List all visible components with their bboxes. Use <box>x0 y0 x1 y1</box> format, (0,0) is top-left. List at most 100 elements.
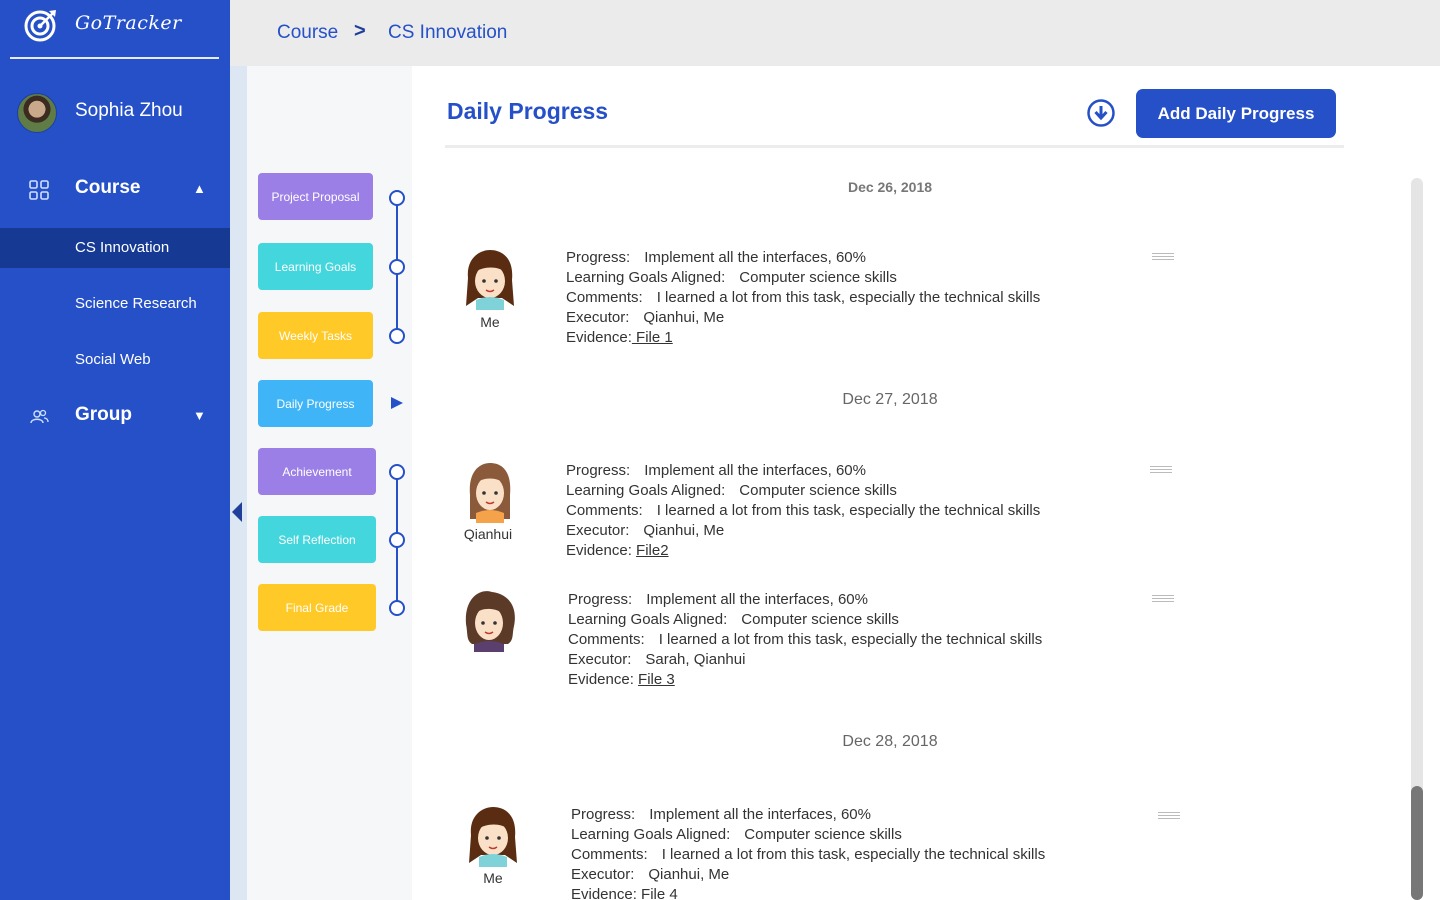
progress-entry: Me Progress: Implement all the interfaces… <box>465 805 1225 900</box>
avatar <box>17 93 57 133</box>
date-label: Dec 26, 2018 <box>847 179 933 195</box>
goals-label: Learning Goals Aligned: <box>566 482 726 499</box>
entry-details: Progress: Implement all the interfaces, 6… <box>566 461 1040 561</box>
progress-entry: Me Progress: Implement all the interfaces… <box>462 248 1222 358</box>
entry-details: Progress: Implement all the interfaces, 6… <box>568 590 1042 690</box>
avatar-name: Qianhui <box>463 526 513 542</box>
breadcrumb: Course > CS Innovation <box>230 0 1440 66</box>
timeline-node <box>389 328 405 344</box>
progress-label: Progress: <box>571 806 636 823</box>
sidebar-section-group[interactable]: Group ▼ <box>0 396 230 436</box>
current-stage-play-icon <box>391 397 403 409</box>
timeline-node <box>389 259 405 275</box>
goals-value: Computer science skills <box>741 611 899 628</box>
user-profile[interactable]: Sophia Zhou <box>0 88 230 138</box>
progress-label: Progress: <box>566 249 631 266</box>
timeline-node <box>389 190 405 206</box>
evidence-label: Evidence: <box>566 329 632 346</box>
goals-value: Computer science skills <box>739 482 897 499</box>
grid-icon <box>29 180 49 200</box>
executor-value: Qianhui, Me <box>643 309 725 326</box>
stage-daily-progress[interactable]: Daily Progress <box>258 380 373 427</box>
evidence-file-link[interactable]: File 1 <box>632 329 673 346</box>
timeline-node <box>389 600 405 616</box>
comments-label: Comments: <box>568 631 645 648</box>
entry-details: Progress: Implement all the interfaces, 6… <box>566 248 1040 348</box>
executor-label: Executor: <box>566 309 630 326</box>
caret-down-icon: ▼ <box>193 408 206 423</box>
sidebar-item-cs-innovation[interactable]: CS Innovation <box>0 228 230 268</box>
executor-value: Qianhui, Me <box>643 522 725 539</box>
timeline-node <box>389 532 405 548</box>
progress-value: Implement all the interfaces, 60% <box>644 249 866 266</box>
sidebar-item-label: Social Web <box>75 351 151 368</box>
drag-handle-icon[interactable] <box>1152 253 1174 260</box>
stage-self-reflection[interactable]: Self Reflection <box>258 516 376 563</box>
goals-label: Learning Goals Aligned: <box>568 611 728 628</box>
goals-value: Computer science skills <box>744 826 902 843</box>
page-title: Daily Progress <box>447 98 609 124</box>
progress-entry: Progress: Implement all the interfaces, 6… <box>462 590 1222 700</box>
people-icon <box>30 409 49 424</box>
comments-value: I learned a lot from this task, especial… <box>658 631 1043 648</box>
caret-up-icon: ▲ <box>193 181 206 196</box>
drag-handle-icon[interactable] <box>1152 595 1174 602</box>
app-name: GoTracker <box>75 12 182 34</box>
breadcrumb-current: CS Innovation <box>388 22 508 43</box>
user-name: Sophia Zhou <box>75 100 183 121</box>
breadcrumb-separator: > <box>354 20 366 42</box>
sidebar: GoTracker Sophia Zhou Course ▲ CS Innova… <box>0 0 230 900</box>
breadcrumb-course[interactable]: Course <box>277 22 338 44</box>
logo-row: GoTracker <box>10 0 219 59</box>
progress-entry: Qianhui Progress: Implement all the inter… <box>462 461 1222 571</box>
entry-details: Progress: Implement all the interfaces, 6… <box>571 805 1045 900</box>
evidence-file-link[interactable]: File 3 <box>638 671 675 688</box>
progress-value: Implement all the interfaces, 60% <box>644 462 866 479</box>
progress-label: Progress: <box>568 591 633 608</box>
date-label: Dec 27, 2018 <box>842 391 938 408</box>
timeline-collapse-strip[interactable] <box>230 66 247 900</box>
evidence-file-link[interactable]: File2 <box>636 542 669 559</box>
sidebar-item-science-research[interactable]: Science Research <box>0 284 230 324</box>
progress-value: Implement all the interfaces, 60% <box>649 806 871 823</box>
timeline-node <box>389 464 405 480</box>
avatar-name: Me <box>480 314 500 330</box>
goals-label: Learning Goals Aligned: <box>566 269 726 286</box>
collapse-left-icon[interactable] <box>232 502 242 522</box>
sidebar-item-label: Science Research <box>75 295 197 312</box>
stage-final-grade[interactable]: Final Grade <box>258 584 376 631</box>
comments-label: Comments: <box>571 846 648 863</box>
stage-achievement[interactable]: Achievement <box>258 448 376 495</box>
comments-label: Comments: <box>566 289 643 306</box>
evidence-label: Evidence: <box>568 671 634 688</box>
scrollbar-thumb[interactable] <box>1411 786 1423 900</box>
avatar-me-icon <box>466 250 514 310</box>
drag-handle-icon[interactable] <box>1150 466 1172 473</box>
comments-value: I learned a lot from this task, especial… <box>656 502 1041 519</box>
target-logo-icon <box>24 10 56 42</box>
avatar-name: Me <box>483 870 503 886</box>
title-divider <box>445 145 1344 148</box>
progress-label: Progress: <box>566 462 631 479</box>
executor-label: Executor: <box>566 522 630 539</box>
stage-weekly-tasks[interactable]: Weekly Tasks <box>258 312 373 359</box>
stage-learning-goals[interactable]: Learning Goals <box>258 243 373 290</box>
evidence-label: Evidence: <box>566 542 632 559</box>
add-daily-progress-button[interactable]: Add Daily Progress <box>1136 89 1336 138</box>
avatar-sarah-icon <box>465 591 515 652</box>
sidebar-item-social-web[interactable]: Social Web <box>0 340 230 380</box>
executor-label: Executor: <box>571 866 635 883</box>
executor-label: Executor: <box>568 651 632 668</box>
sidebar-item-label: CS Innovation <box>75 239 170 256</box>
evidence-file-link[interactable]: File 4 <box>641 886 678 900</box>
avatar-qianhui-icon <box>469 463 511 523</box>
executor-value: Sarah, Qianhui <box>645 651 746 668</box>
executor-value: Qianhui, Me <box>648 866 730 883</box>
download-icon[interactable] <box>1086 98 1116 128</box>
progress-value: Implement all the interfaces, 60% <box>646 591 868 608</box>
drag-handle-icon[interactable] <box>1158 812 1180 819</box>
sidebar-section-course[interactable]: Course ▲ <box>0 169 230 209</box>
comments-value: I learned a lot from this task, especial… <box>656 289 1041 306</box>
stage-project-proposal[interactable]: Project Proposal <box>258 173 373 220</box>
goals-value: Computer science skills <box>739 269 897 286</box>
